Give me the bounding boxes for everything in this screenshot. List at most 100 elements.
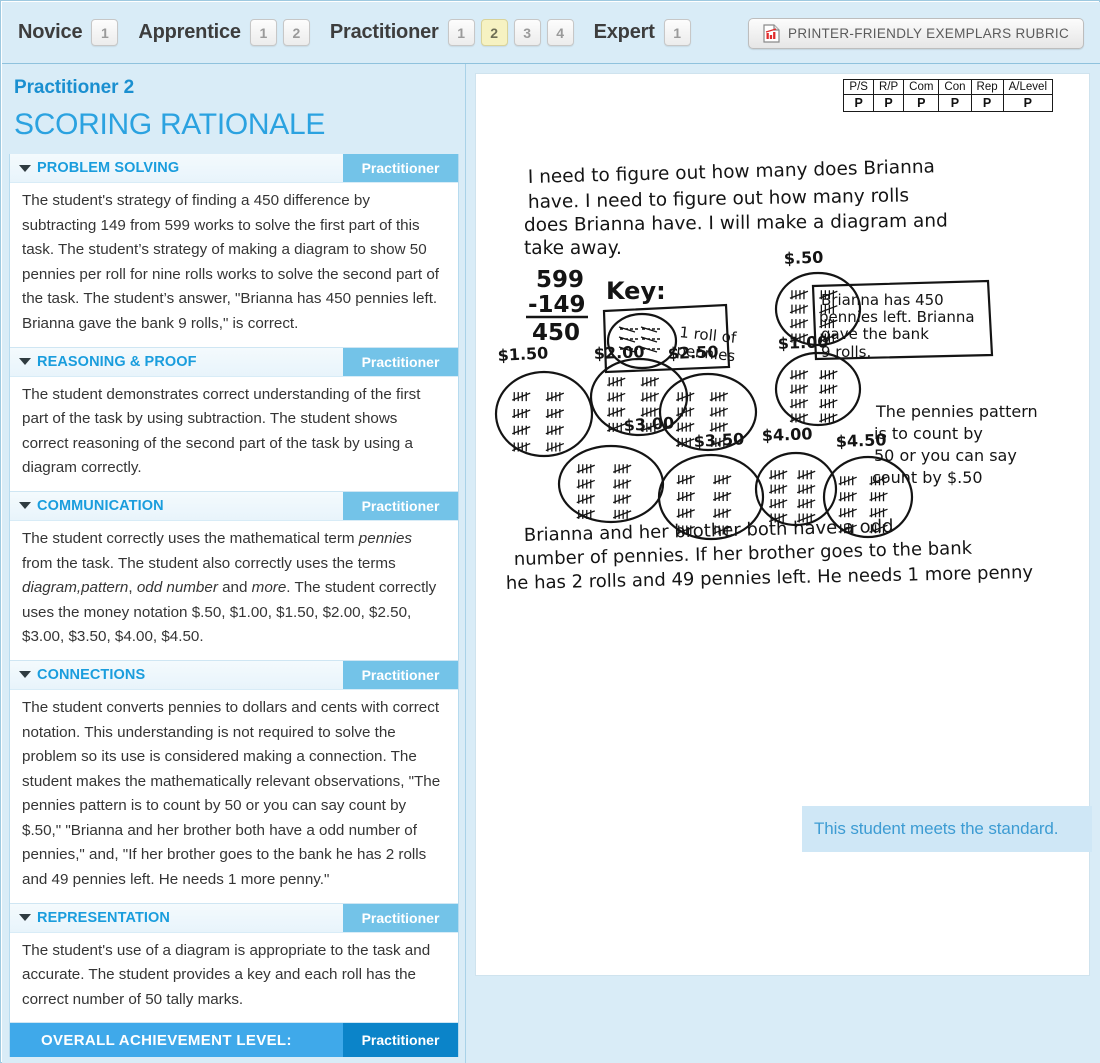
chevron-down-icon[interactable] <box>19 671 31 679</box>
roll-value-label: $2.50 <box>667 342 718 363</box>
score-header-cell: Con <box>938 79 972 95</box>
tally-marks <box>789 370 838 423</box>
section-title: REASONING & PROOF <box>37 353 197 370</box>
svg-text:gave the bank: gave the bank <box>821 325 929 343</box>
section-title: REPRESENTATION <box>37 909 170 926</box>
rationale-section: REASONING & PROOF Practitioner The student… <box>10 347 458 492</box>
section-header[interactable]: REPRESENTATION Practitioner <box>10 903 458 933</box>
svg-text:Brianna has 450: Brianna has 450 <box>821 291 944 309</box>
section-body: The student's strategy of finding a 450 … <box>22 192 440 332</box>
roll-value-label: $1.50 <box>497 343 549 365</box>
student-work-panel: P/S R/P Com Con Rep A/Level PPPPPP I need to … <box>466 64 1100 1063</box>
score-value-cell: P <box>938 94 972 112</box>
section-header[interactable]: COMMUNICATION Practitioner <box>10 491 458 521</box>
roll-value-label: $4.00 <box>761 424 812 445</box>
tally-marks <box>576 464 632 519</box>
chevron-down-icon[interactable] <box>19 358 31 366</box>
score-value-cell: P <box>843 94 874 112</box>
svg-text:count by $.50: count by $.50 <box>872 468 983 487</box>
svg-text:The pennies pattern: The pennies pattern <box>875 402 1038 421</box>
printer-friendly-exemplars-rubric-button[interactable]: PRINTER-FRIENDLY EXEMPLARS RUBRIC <box>748 18 1084 49</box>
section-header[interactable]: REASONING & PROOF Practitioner <box>10 347 458 377</box>
svg-text:pennies left. Brianna: pennies left. Brianna <box>819 308 975 326</box>
chevron-down-icon[interactable] <box>19 914 31 922</box>
score-header-cell: P/S <box>843 79 874 95</box>
section-header[interactable]: PROBLEM SOLVING Practitioner <box>10 154 458 183</box>
level-group-expert: Expert 1 <box>594 19 697 46</box>
section-level-badge: Practitioner <box>343 347 458 376</box>
level-tab-practitioner-3[interactable]: 3 <box>513 19 541 46</box>
score-table-value-row: PPPPPP <box>843 94 1054 112</box>
score-value-cell: P <box>1002 94 1054 112</box>
pdf-document-icon <box>763 24 780 43</box>
level-tab-bar: Novice 1 Apprentice 1 2 Practitioner 1 2 3 4 Exper… <box>2 2 1100 64</box>
score-header-cell: Com <box>903 79 940 95</box>
rationale-section: REPRESENTATION Practitioner The student's … <box>10 903 458 1024</box>
score-value-cell: P <box>872 94 905 112</box>
level-name-label: Apprentice <box>138 21 241 43</box>
level-tab-practitioner-2[interactable]: 2 <box>480 19 508 46</box>
page-title: SCORING RATIONALE <box>14 108 326 141</box>
tally-roll-circle <box>774 351 862 427</box>
section-header[interactable]: CONNECTIONS Practitioner <box>10 660 458 690</box>
overall-achievement-bar: OVERALL ACHIEVEMENT LEVEL: Practitioner <box>9 1023 459 1058</box>
svg-text:I need to figure out how many: I need to figure out how many does Brian… <box>528 159 936 188</box>
level-group-practitioner: Practitioner 1 2 3 4 <box>330 19 580 46</box>
level-name-label: Novice <box>18 21 83 43</box>
level-tab-practitioner-4[interactable]: 4 <box>546 19 574 46</box>
section-title: CONNECTIONS <box>37 666 146 683</box>
rationale-sections: PROBLEM SOLVING Practitioner The student's… <box>9 154 459 1024</box>
svg-text:have. I need to figure out how: have. I need to figure out how many roll… <box>528 185 910 213</box>
level-tab-novice-1[interactable]: 1 <box>91 19 119 46</box>
overall-achievement-label: OVERALL ACHIEVEMENT LEVEL: <box>41 1031 292 1049</box>
section-body: The student's use of a diagram is approp… <box>22 941 431 1008</box>
level-group-novice: Novice 1 <box>18 19 124 46</box>
score-header-cell: A/Level <box>1002 79 1054 95</box>
overall-achievement-badge: Practitioner <box>343 1023 458 1058</box>
rationale-section: CONNECTIONS Practitioner The student conve… <box>10 660 458 904</box>
rationale-section: COMMUNICATION Practitioner The student cor… <box>10 491 458 661</box>
scoring-rationale-panel: Practitioner 2 SCORING RATIONALE PROBLEM… <box>2 64 466 1063</box>
section-level-badge: Practitioner <box>343 903 458 932</box>
roll-value-label: $.50 <box>783 248 823 268</box>
tally-marks <box>768 470 816 523</box>
chevron-down-icon[interactable] <box>19 164 31 172</box>
roll-value-label: $3.00 <box>623 413 675 435</box>
level-tab-apprentice-2[interactable]: 2 <box>282 19 310 46</box>
level-tab-expert-1[interactable]: 1 <box>663 19 691 46</box>
score-header-cell: R/P <box>872 79 905 95</box>
level-tab-practitioner-1[interactable]: 1 <box>447 19 475 46</box>
level-name-label: Expert <box>593 21 655 43</box>
score-header-cell: Rep <box>970 79 1004 95</box>
print-button-label: PRINTER-FRIENDLY EXEMPLARS RUBRIC <box>788 26 1069 41</box>
section-body: The student correctly uses the mathemati… <box>22 529 437 646</box>
level-tab-apprentice-1[interactable]: 1 <box>249 19 277 46</box>
svg-text:599: 599 <box>536 267 584 293</box>
svg-text:Key:: Key: <box>606 277 666 305</box>
svg-text:50 or you can say: 50 or you can say <box>874 446 1017 465</box>
section-level-badge: Practitioner <box>343 154 458 182</box>
tally-marks <box>512 392 565 452</box>
rationale-section: PROBLEM SOLVING Practitioner The student's… <box>10 154 458 348</box>
section-title: COMMUNICATION <box>37 497 164 514</box>
chevron-down-icon[interactable] <box>19 502 31 510</box>
svg-text:is to count by: is to count by <box>874 424 983 443</box>
score-value-cell: P <box>903 94 940 112</box>
roll-value-label: $2.00 <box>593 342 644 363</box>
exemplars-rubric-page: Novice 1 Apprentice 1 2 Practitioner 1 2 3 4 Exper… <box>0 0 1100 1063</box>
level-group-apprentice: Apprentice 1 2 <box>138 19 315 46</box>
section-level-badge: Practitioner <box>343 660 458 689</box>
score-summary-table: P/S R/P Com Con Rep A/Level PPPPPP <box>843 79 1054 112</box>
roll-value-label: $3.50 <box>693 429 745 451</box>
score-value-cell: P <box>970 94 1004 112</box>
score-table-header-row: P/S R/P Com Con Rep A/Level <box>843 79 1054 95</box>
standard-status-text: This student meets the standard. <box>814 819 1059 838</box>
section-body: The student demonstrates correct underst… <box>22 385 421 477</box>
section-level-badge: Practitioner <box>343 491 458 520</box>
svg-text:9 rolls.: 9 rolls. <box>821 343 871 361</box>
svg-text:take away.: take away. <box>524 238 622 259</box>
main-body: Practitioner 2 SCORING RATIONALE PROBLEM… <box>2 64 1100 1063</box>
panel-subtitle: Practitioner 2 <box>14 77 135 98</box>
section-body: The student converts pennies to dollars … <box>22 698 441 889</box>
svg-text:does Brianna have. I will make: does Brianna have. I will make a diagram… <box>524 211 948 236</box>
